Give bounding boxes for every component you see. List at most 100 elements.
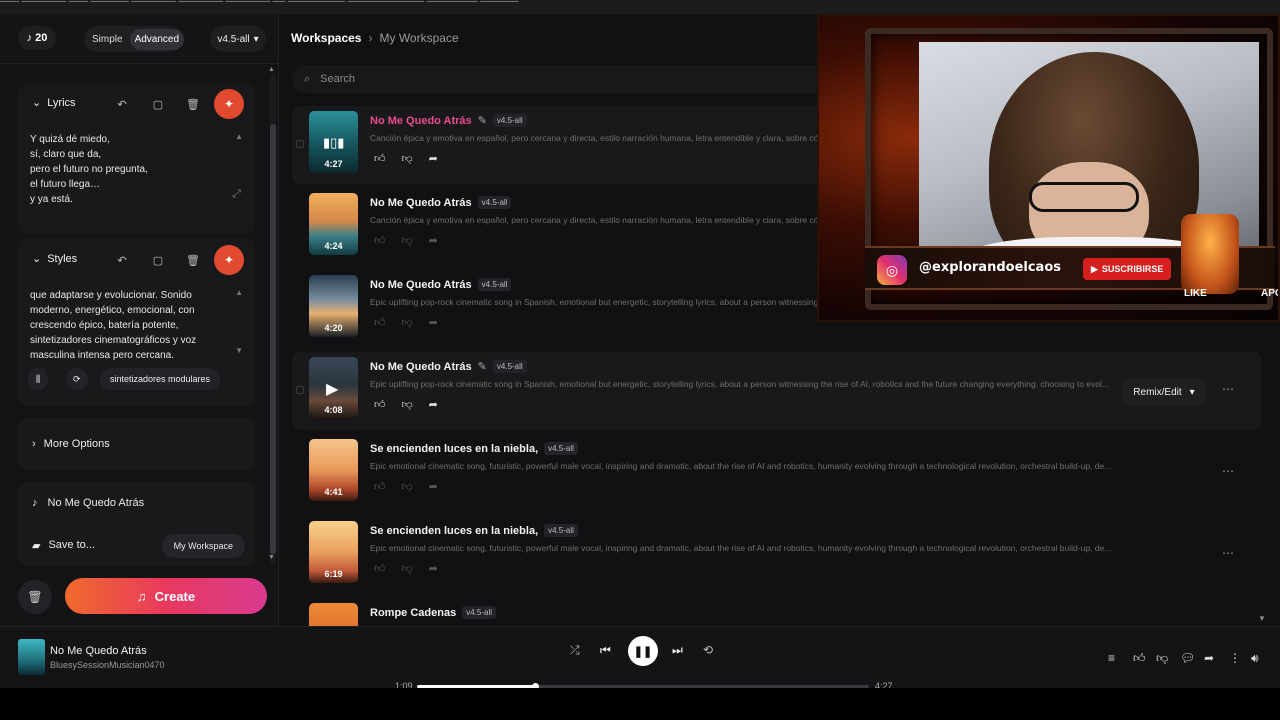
- volume-icon[interactable]: 🔊︎: [1251, 651, 1259, 666]
- share-icon[interactable]: ➦: [429, 480, 438, 493]
- undo-icon[interactable]: ↶: [110, 248, 134, 272]
- pencil-icon[interactable]: ✎: [478, 360, 487, 373]
- shuffle-styles-icon[interactable]: ⟳: [66, 368, 88, 390]
- left-scrollbar[interactable]: [270, 74, 276, 564]
- thumbs-down-icon[interactable]: 👎︎: [1156, 651, 1168, 666]
- more-vertical-icon[interactable]: ⋮: [1229, 651, 1241, 665]
- track-cover[interactable]: [309, 603, 358, 626]
- song-title-row[interactable]: ♪ No Me Quedo Atrás: [18, 482, 255, 524]
- workspace-selector[interactable]: My Workspace: [161, 534, 245, 558]
- share-icon[interactable]: ➦: [429, 562, 438, 575]
- track-cover[interactable]: 6:19: [309, 521, 358, 583]
- track-title-text[interactable]: Rompe Cadenas: [370, 607, 456, 619]
- track-checkbox[interactable]: [296, 140, 304, 148]
- next-icon[interactable]: ⏭: [672, 643, 683, 658]
- track-cover[interactable]: 4:24: [309, 193, 358, 255]
- mode-advanced-button[interactable]: Advanced: [129, 28, 185, 50]
- track-cover[interactable]: ▮▯▮ 4:27: [309, 111, 358, 173]
- thumbs-down-icon[interactable]: 👎︎: [402, 234, 413, 247]
- scroll-up-icon[interactable]: ▲: [235, 132, 243, 141]
- thumbs-down-icon[interactable]: 👎︎: [402, 480, 413, 493]
- trash-icon[interactable]: 🗑: [181, 248, 205, 272]
- thumbs-down-icon[interactable]: 👎︎: [402, 152, 413, 165]
- style-library-icon[interactable]: ⫼: [28, 368, 49, 390]
- track-title-text[interactable]: No Me Quedo Atrás: [370, 279, 472, 291]
- share-icon[interactable]: ➦: [429, 152, 438, 165]
- thumbs-up-icon[interactable]: 👍︎: [1133, 651, 1146, 666]
- trash-icon[interactable]: 🗑: [181, 92, 205, 116]
- thumbs-up-icon[interactable]: 👍︎: [374, 316, 386, 329]
- more-options-toggle[interactable]: › More Options: [18, 418, 255, 470]
- pause-button[interactable]: ❚❚: [628, 636, 658, 666]
- scroll-up-arrow-icon[interactable]: ▲: [268, 66, 275, 73]
- track-title-text[interactable]: No Me Quedo Atrás: [370, 115, 472, 127]
- style-tag-chip[interactable]: sintetizadores modulares: [100, 368, 221, 390]
- track-title-text[interactable]: No Me Quedo Atrás: [370, 361, 472, 373]
- thumbs-up-icon[interactable]: 👍︎: [374, 152, 386, 165]
- more-dots-icon[interactable]: ⋯: [1222, 546, 1234, 560]
- song-title-input[interactable]: No Me Quedo Atrás: [48, 497, 145, 509]
- track-title-text[interactable]: Se encienden luces en la niebla,: [370, 525, 538, 537]
- undo-icon[interactable]: ↶: [110, 92, 134, 116]
- play-icon[interactable]: ▶: [326, 379, 338, 399]
- remix-edit-button[interactable]: Remix/Edit ▾: [1120, 378, 1208, 406]
- previous-icon[interactable]: ⏮: [600, 643, 611, 658]
- track-row[interactable]: 6:19 Se encienden luces en la niebla, v4…: [292, 516, 1262, 594]
- track-title-text[interactable]: No Me Quedo Atrás: [370, 197, 472, 209]
- thumbs-down-icon[interactable]: 👎︎: [402, 398, 413, 411]
- share-icon[interactable]: ➦: [429, 234, 438, 247]
- share-icon[interactable]: ➦: [429, 398, 438, 411]
- comment-icon[interactable]: 💬︎: [1180, 651, 1195, 665]
- scrollbar-thumb[interactable]: [270, 124, 276, 554]
- track-cover[interactable]: 4:41: [309, 439, 358, 501]
- thumbs-down-icon[interactable]: 👎︎: [402, 562, 413, 575]
- player-title[interactable]: No Me Quedo Atrás: [50, 645, 147, 657]
- track-row[interactable]: Rompe Cadenas v4.5-all: [292, 598, 1262, 626]
- track-title: Se encienden luces en la niebla, v4.5-al…: [370, 442, 578, 455]
- track-row[interactable]: ▶ 4:08 No Me Quedo Atrás ✎ v4.5-all Epic…: [292, 352, 1262, 430]
- player-cover[interactable]: [18, 639, 45, 675]
- version-tag: v4.5-all: [544, 442, 578, 455]
- clear-button[interactable]: 🗑: [18, 580, 52, 614]
- breadcrumb-workspaces[interactable]: Workspaces: [291, 31, 361, 45]
- scroll-down-arrow-icon[interactable]: ▼: [1258, 614, 1266, 623]
- styles-toggle[interactable]: ⌄ Styles: [32, 252, 77, 266]
- more-dots-icon[interactable]: ⋯: [1222, 464, 1234, 478]
- resize-icon[interactable]: ⤢: [232, 188, 241, 201]
- magic-wand-button[interactable]: ✦: [214, 89, 244, 119]
- player-artist[interactable]: BluesySessionMusician0470: [50, 660, 165, 670]
- styles-textarea[interactable]: que adaptarse y evolucionar. Sonido mode…: [30, 288, 230, 363]
- repeat-icon[interactable]: ⟲: [703, 643, 713, 657]
- model-selector[interactable]: v4.5-all ▾: [210, 26, 266, 52]
- credits-badge[interactable]: ♪ 20: [18, 26, 56, 50]
- shuffle-icon[interactable]: ⤮: [570, 643, 580, 658]
- lyrics-textarea[interactable]: Y quizá dé miedo, sí, claro que da, pero…: [30, 132, 230, 207]
- thumbs-up-icon[interactable]: 👍︎: [374, 480, 386, 493]
- track-cover[interactable]: ▶ 4:08: [309, 357, 358, 419]
- queue-icon[interactable]: ≡: [1108, 651, 1115, 665]
- thumbs-up-icon[interactable]: 👍︎: [374, 562, 386, 575]
- breadcrumb: Workspaces › My Workspace: [291, 31, 459, 45]
- mode-simple-button[interactable]: Simple: [87, 29, 128, 50]
- thumbs-up-icon[interactable]: 👍︎: [374, 398, 386, 411]
- scroll-down-arrow-icon[interactable]: ▼: [268, 554, 275, 561]
- thumbs-up-icon[interactable]: 👍︎: [374, 234, 386, 247]
- copy-icon[interactable]: ▢: [146, 248, 170, 272]
- scroll-up-icon[interactable]: ▲: [235, 288, 243, 297]
- scroll-down-icon[interactable]: ▼: [235, 346, 243, 355]
- copy-icon[interactable]: ▢: [146, 92, 170, 116]
- more-dots-icon[interactable]: ⋯: [1222, 382, 1234, 396]
- thumbs-down-icon[interactable]: 👎︎: [402, 316, 413, 329]
- track-cover[interactable]: 4:20: [309, 275, 358, 337]
- lyrics-card: ⌄ Lyrics ↶ ▢ 🗑 ✦ Y quizá dé miedo, sí, c…: [18, 84, 255, 234]
- track-checkbox[interactable]: [296, 386, 304, 394]
- share-icon[interactable]: ➦: [429, 316, 438, 329]
- track-title-text[interactable]: Se encienden luces en la niebla,: [370, 443, 538, 455]
- version-tag: v4.5-all: [477, 196, 512, 209]
- magic-wand-button[interactable]: ✦: [214, 245, 244, 275]
- track-row[interactable]: 4:41 Se encienden luces en la niebla, v4…: [292, 434, 1262, 512]
- pencil-icon[interactable]: ✎: [478, 114, 487, 127]
- create-button[interactable]: ♫ Create: [65, 578, 267, 614]
- share-icon[interactable]: ➦: [1204, 651, 1214, 665]
- lyrics-toggle[interactable]: ⌄ Lyrics: [32, 96, 76, 110]
